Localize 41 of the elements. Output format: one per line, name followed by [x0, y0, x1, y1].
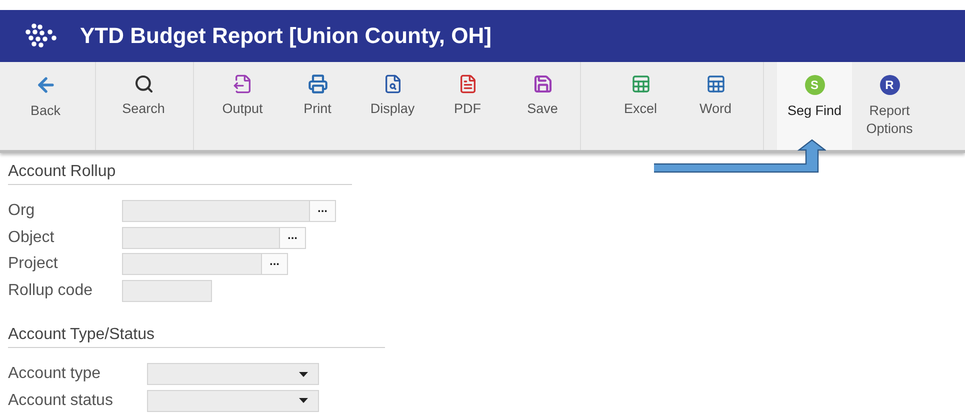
spreadsheet-icon — [630, 74, 650, 94]
search-icon — [134, 74, 154, 94]
section-heading: Account Rollup — [8, 163, 352, 185]
letter-badge-icon: R — [880, 75, 900, 95]
field-label: Account type — [8, 365, 102, 384]
section-heading: Account Type/Status — [8, 326, 385, 348]
field-label: Account status — [8, 392, 114, 410]
dropdown-field[interactable] — [147, 363, 319, 386]
file-arrow-icon — [232, 74, 252, 94]
toolbar-button[interactable]: Excel — [603, 62, 678, 150]
window-title: YTD Budget Report [Union County, OH] — [80, 23, 492, 49]
lookup-button[interactable]: ... — [280, 226, 306, 249]
spreadsheet-icon — [706, 74, 726, 94]
toolbar-button[interactable]: Display — [355, 62, 430, 150]
pdf-file-icon — [458, 74, 478, 94]
dropdown-field[interactable] — [147, 390, 319, 412]
toolbar-button[interactable]: Print — [280, 62, 355, 150]
field-label: Object — [8, 228, 56, 247]
print-icon — [308, 74, 328, 94]
toolbar-button[interactable]: Search — [106, 62, 181, 150]
letter-badge-icon: S — [804, 75, 824, 95]
input-field[interactable] — [122, 253, 262, 276]
toolbar-button[interactable]: R Report Options — [852, 62, 927, 150]
field-label: Org — [8, 202, 36, 220]
file-magnifier-icon — [382, 74, 402, 94]
lookup-button[interactable]: ... — [262, 253, 288, 276]
toolbar-button[interactable]: PDF — [430, 62, 505, 150]
toolbar-button[interactable]: Word — [678, 62, 753, 150]
input-field[interactable] — [122, 200, 310, 222]
save-icon — [532, 74, 552, 94]
toolbar-button[interactable]: S Seg Find — [777, 62, 852, 150]
toolbar-button[interactable]: Save — [505, 62, 580, 150]
input-field[interactable] — [122, 280, 212, 302]
field-label: Project — [8, 255, 59, 274]
dropdown-caret-icon — [299, 398, 308, 404]
input-field[interactable] — [122, 226, 280, 249]
dropdown-caret-icon — [299, 372, 308, 377]
lookup-button[interactable]: ... — [310, 200, 336, 222]
toolbar-button[interactable]: Back — [8, 62, 83, 150]
toolbar-button[interactable]: Output — [205, 62, 280, 150]
field-label: Rollup code — [8, 282, 94, 300]
